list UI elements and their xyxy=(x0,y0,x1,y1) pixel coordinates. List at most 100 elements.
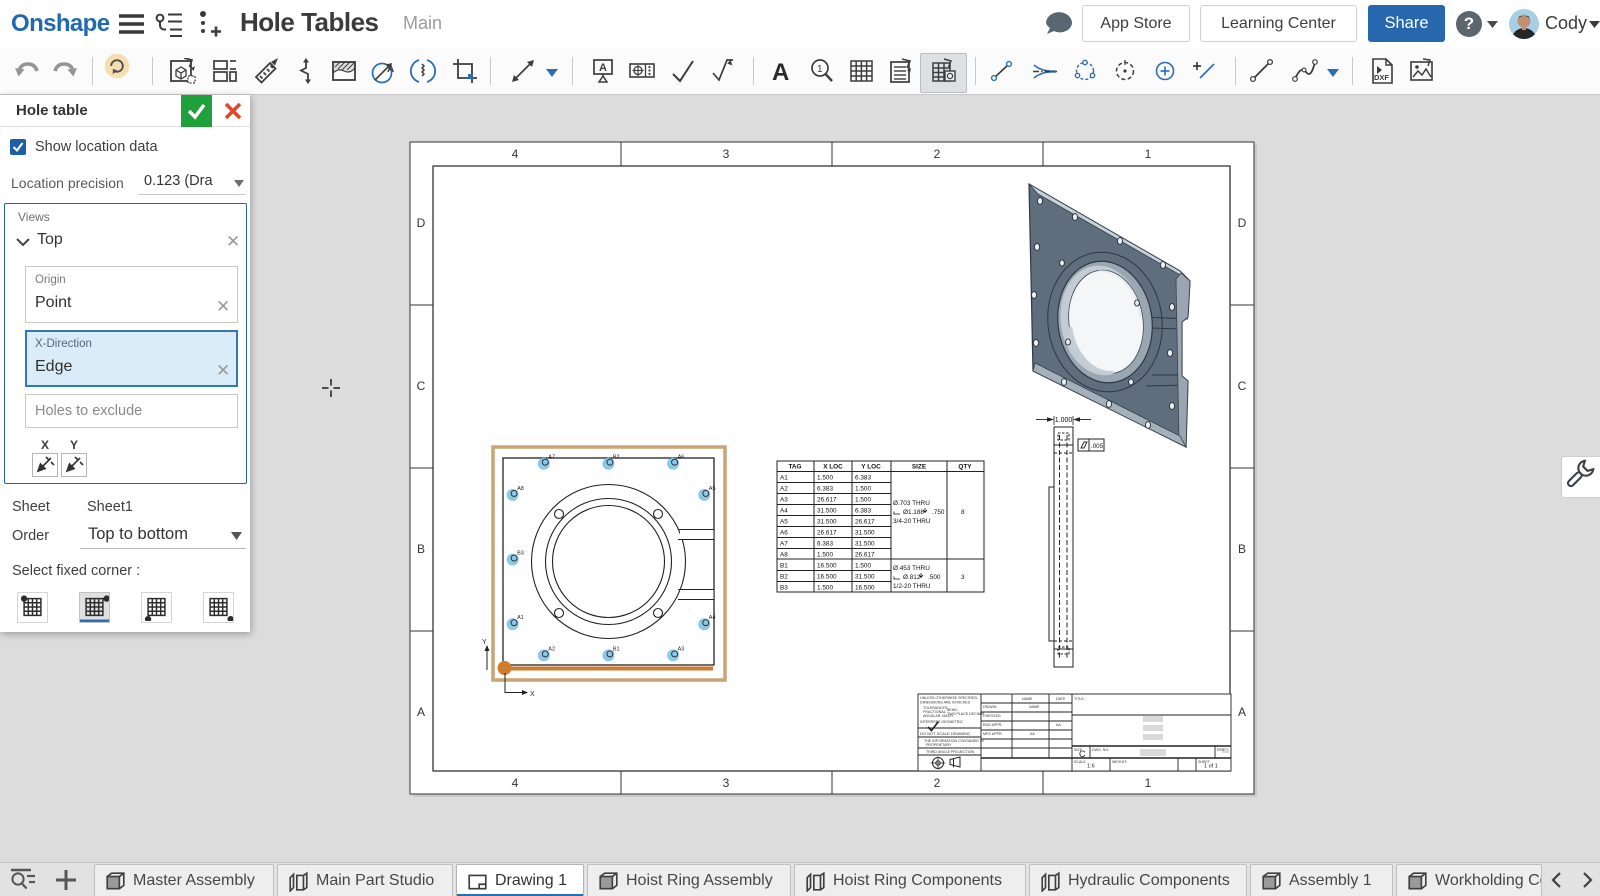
svg-text:1.000: 1.000 xyxy=(1055,417,1073,424)
svg-text:A: A xyxy=(772,59,789,84)
svg-text:PROPRIETARY: PROPRIETARY xyxy=(926,743,952,747)
svg-text:D: D xyxy=(417,216,426,230)
svg-text:INTERPRET GEOMETRIC: INTERPRET GEOMETRIC xyxy=(920,720,963,724)
svg-text:6.383: 6.383 xyxy=(855,475,871,482)
svg-text:1.500: 1.500 xyxy=(855,563,871,570)
svg-text:3: 3 xyxy=(723,776,730,790)
svg-text:B: B xyxy=(417,542,425,556)
svg-text:DATE: DATE xyxy=(1056,697,1066,701)
svg-text:1 of 1: 1 of 1 xyxy=(1204,764,1218,770)
svg-text:REV: REV xyxy=(1217,748,1225,752)
svg-text:Ø.453 THRU: Ø.453 THRU xyxy=(893,565,930,572)
svg-text:31.500: 31.500 xyxy=(817,519,837,526)
svg-text:B2: B2 xyxy=(780,574,788,581)
svg-text:31.500: 31.500 xyxy=(817,508,837,515)
svg-text:.500: .500 xyxy=(928,574,941,581)
svg-text:16.500: 16.500 xyxy=(817,574,837,581)
svg-text:SIZE: SIZE xyxy=(912,464,927,471)
svg-text:B3: B3 xyxy=(780,585,788,592)
svg-text:UNLESS OTHERWISE SPECIFIED:: UNLESS OTHERWISE SPECIFIED: xyxy=(920,696,978,700)
svg-text:3: 3 xyxy=(961,574,965,581)
svg-text:SCALE: SCALE xyxy=(1074,760,1086,764)
svg-text:A: A xyxy=(1238,705,1246,719)
svg-text:DXF: DXF xyxy=(1374,73,1389,82)
svg-text:B: B xyxy=(1238,542,1246,556)
svg-text:Y LOC: Y LOC xyxy=(861,464,881,471)
svg-text:X: X xyxy=(530,691,535,698)
svg-text:A8: A8 xyxy=(780,552,788,559)
svg-text:8: 8 xyxy=(961,509,965,516)
svg-text:A3: A3 xyxy=(780,497,788,504)
svg-text:A6: A6 xyxy=(678,455,685,461)
svg-text:1.500: 1.500 xyxy=(817,552,833,559)
svg-text:1: 1 xyxy=(817,64,823,75)
svg-text:Ø.703 THRU: Ø.703 THRU xyxy=(893,500,930,507)
svg-text:26.617: 26.617 xyxy=(855,552,875,559)
svg-text:A2: A2 xyxy=(780,486,788,493)
svg-text:4: 4 xyxy=(512,147,519,161)
svg-text:WEIGHT:: WEIGHT: xyxy=(1112,760,1127,764)
svg-text:1.500: 1.500 xyxy=(855,486,871,493)
svg-text:AA: AA xyxy=(1056,723,1061,727)
svg-text:DIMENSIONS ARE IN INCHES: DIMENSIONS ARE IN INCHES xyxy=(920,701,971,705)
svg-text:26.617: 26.617 xyxy=(817,530,837,537)
svg-text:B3: B3 xyxy=(517,551,524,557)
svg-text:C: C xyxy=(417,379,426,393)
svg-text:.005: .005 xyxy=(1091,443,1104,450)
svg-text:A: A xyxy=(417,705,425,719)
svg-text:A3: A3 xyxy=(678,646,685,652)
svg-text:C: C xyxy=(1238,379,1247,393)
svg-text:Ø1.188: Ø1.188 xyxy=(903,509,924,516)
svg-text:31.500: 31.500 xyxy=(855,530,875,537)
svg-text:TITLE:: TITLE: xyxy=(1074,697,1085,701)
svg-text:A: A xyxy=(599,62,607,74)
svg-text:A5: A5 xyxy=(780,519,788,526)
svg-text:X LOC: X LOC xyxy=(823,464,843,471)
svg-text:DRAWN: DRAWN xyxy=(983,705,997,709)
svg-text:A8: A8 xyxy=(517,486,524,492)
svg-text:31.500: 31.500 xyxy=(855,541,875,548)
svg-text:A1: A1 xyxy=(780,475,788,482)
svg-text:A7: A7 xyxy=(780,541,788,548)
svg-text:C: C xyxy=(1079,749,1086,759)
svg-text:NAME: NAME xyxy=(1022,697,1033,701)
svg-text:16.500: 16.500 xyxy=(817,563,837,570)
svg-text:6.383: 6.383 xyxy=(855,508,871,515)
svg-text:AA: AA xyxy=(1030,732,1035,736)
svg-text:B2: B2 xyxy=(613,455,620,461)
svg-text:DO NOT SCALE DRAWING: DO NOT SCALE DRAWING xyxy=(920,731,970,736)
svg-text:TWO PLACE DECIMAL: TWO PLACE DECIMAL xyxy=(947,712,985,716)
svg-text:26.617: 26.617 xyxy=(855,519,875,526)
svg-text:31.500: 31.500 xyxy=(855,574,875,581)
svg-text:DWG. NO.: DWG. NO. xyxy=(1092,748,1109,752)
svg-text:6.383: 6.383 xyxy=(817,541,833,548)
svg-text:A5: A5 xyxy=(709,486,716,492)
svg-text:4: 4 xyxy=(512,776,519,790)
svg-text:1.500: 1.500 xyxy=(855,497,871,504)
svg-text:2: 2 xyxy=(934,776,941,790)
svg-text:Y: Y xyxy=(482,639,487,646)
svg-text:A1: A1 xyxy=(517,615,524,621)
svg-text:16.500: 16.500 xyxy=(855,585,875,592)
svg-text:1/2-20 THRU: 1/2-20 THRU xyxy=(893,583,931,590)
svg-text:1:6: 1:6 xyxy=(1087,764,1095,770)
svg-text:QTY: QTY xyxy=(958,464,972,471)
svg-text:26.617: 26.617 xyxy=(817,497,837,504)
svg-text:A4: A4 xyxy=(780,508,788,515)
svg-text:1.500: 1.500 xyxy=(817,585,833,592)
svg-text:D: D xyxy=(1238,216,1247,230)
svg-text:A: A xyxy=(387,64,394,75)
svg-text:2: 2 xyxy=(934,147,941,161)
svg-text:TAG: TAG xyxy=(788,464,801,471)
svg-text:A4: A4 xyxy=(709,615,716,621)
svg-text:B1: B1 xyxy=(780,563,788,570)
svg-text:A2: A2 xyxy=(548,646,555,652)
svg-text:1.500: 1.500 xyxy=(817,475,833,482)
svg-text:3/4-20 THRU: 3/4-20 THRU xyxy=(893,518,931,525)
svg-text:MFG APPR.: MFG APPR. xyxy=(983,732,1003,736)
svg-text:ENG APPR.: ENG APPR. xyxy=(983,723,1002,727)
svg-text:A6: A6 xyxy=(780,530,788,537)
svg-text:1: 1 xyxy=(1145,776,1152,790)
svg-text:Ø.812: Ø.812 xyxy=(903,574,921,581)
svg-text:CHECKED: CHECKED xyxy=(983,714,1001,718)
